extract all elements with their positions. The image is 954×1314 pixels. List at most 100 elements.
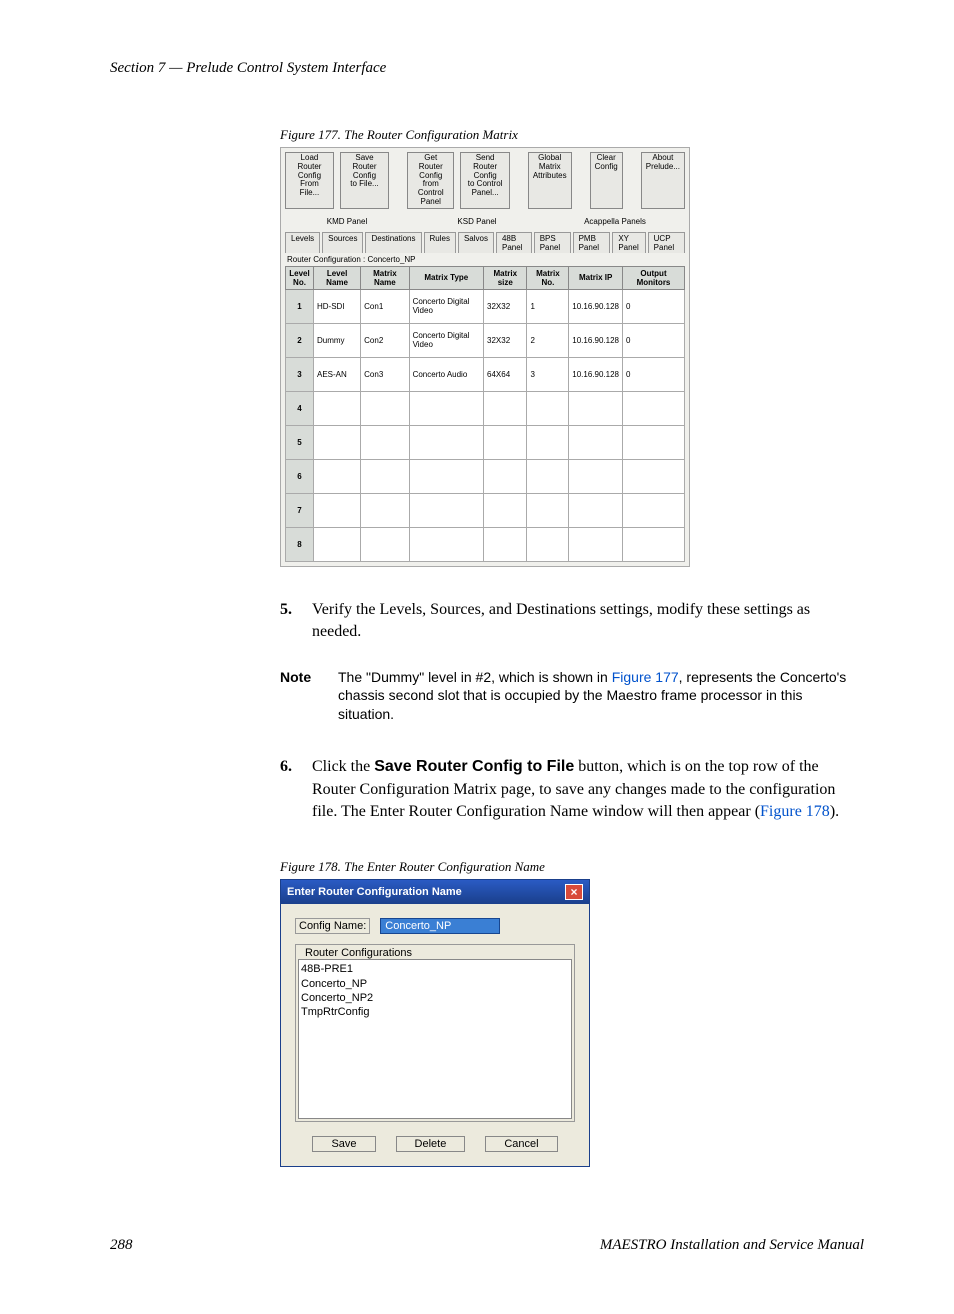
table-cell: 0: [623, 289, 685, 323]
router-configs-listbox[interactable]: 48B-PRE1Concerto_NPConcerto_NP2TmpRtrCon…: [298, 959, 572, 1119]
list-item[interactable]: Concerto_NP2: [301, 991, 569, 1005]
table-cell: [484, 527, 527, 561]
table-cell: 6: [286, 459, 314, 493]
table-cell: [527, 459, 569, 493]
table-cell: [409, 459, 483, 493]
tab-bps[interactable]: BPS Panel: [534, 232, 571, 253]
manual-title: MAESTRO Installation and Service Manual: [600, 1237, 864, 1254]
tab-destinations[interactable]: Destinations: [365, 232, 421, 253]
step-6: 6. Click the Save Router Config to File …: [280, 756, 860, 823]
tab-salvos[interactable]: Salvos: [458, 232, 494, 253]
table-cell: [527, 493, 569, 527]
table-cell: [484, 425, 527, 459]
table-cell: [484, 459, 527, 493]
table-cell: [409, 493, 483, 527]
col-level-no: Level No.: [286, 266, 314, 289]
global-matrix-button[interactable]: Global Matrix Attributes: [528, 152, 572, 209]
tab-xy[interactable]: XY Panel: [612, 232, 645, 253]
dialog-body: Config Name: Router Configurations 48B-P…: [281, 904, 589, 1166]
table-cell: 3: [527, 357, 569, 391]
cancel-button[interactable]: Cancel: [485, 1136, 557, 1152]
router-config-name-line: Router Configuration : Concerto_NP: [287, 255, 683, 264]
tab-levels[interactable]: Levels: [285, 232, 320, 253]
table-cell: 64X64: [484, 357, 527, 391]
table-cell: [314, 391, 361, 425]
kmd-panel-label: KMD Panel: [287, 217, 407, 226]
step-6-pre: Click the: [312, 758, 374, 775]
table-cell: 2: [527, 323, 569, 357]
table-cell: [623, 459, 685, 493]
table-cell: [314, 527, 361, 561]
col-level-name: Level Name: [314, 266, 361, 289]
clear-config-button[interactable]: Clear Config: [590, 152, 623, 209]
table-cell: Concerto Digital Video: [409, 323, 483, 357]
router-configs-fieldset: Router Configurations 48B-PRE1Concerto_N…: [295, 944, 575, 1122]
table-row: 6: [286, 459, 685, 493]
step-5-number: 5.: [280, 599, 298, 644]
matrix-table: Level No. Level Name Matrix Name Matrix …: [285, 266, 685, 562]
tab-ucp[interactable]: UCP Panel: [648, 232, 685, 253]
table-cell: Concerto Audio: [409, 357, 483, 391]
dialog-button-row: Save Delete Cancel: [295, 1136, 575, 1152]
save-button[interactable]: Save: [312, 1136, 375, 1152]
table-cell: [623, 527, 685, 561]
table-cell: 1: [286, 289, 314, 323]
figure-177-caption: Figure 177. The Router Configuration Mat…: [280, 127, 864, 143]
table-cell: [569, 527, 623, 561]
col-matrix-ip: Matrix IP: [569, 266, 623, 289]
note-row: Note The "Dummy" level in #2, which is s…: [280, 668, 860, 725]
tab-pmb[interactable]: PMB Panel: [573, 232, 611, 253]
config-name-input[interactable]: [380, 918, 500, 934]
dialog-titlebar: Enter Router Configuration Name ×: [281, 880, 589, 904]
page-section-header: Section 7 — Prelude Control System Inter…: [110, 60, 864, 77]
tab-rules[interactable]: Rules: [424, 232, 456, 253]
tab-48b[interactable]: 48B Panel: [496, 232, 532, 253]
table-cell: 8: [286, 527, 314, 561]
table-cell: Concerto Digital Video: [409, 289, 483, 323]
table-cell: HD-SDI: [314, 289, 361, 323]
figure-178: Enter Router Configuration Name × Config…: [280, 879, 590, 1167]
table-cell: 32X32: [484, 289, 527, 323]
list-item[interactable]: 48B-PRE1: [301, 962, 569, 976]
tab-sources[interactable]: Sources: [322, 232, 363, 253]
note-link-figure-177[interactable]: Figure 177: [612, 669, 679, 685]
table-row: 8: [286, 527, 685, 561]
delete-button[interactable]: Delete: [396, 1136, 466, 1152]
get-config-button[interactable]: Get Router Config from Control Panel: [407, 152, 454, 209]
table-cell: [527, 527, 569, 561]
about-button[interactable]: About Prelude...: [641, 152, 685, 209]
acappella-panel-label: Acappella Panels: [547, 217, 683, 226]
step-6-bold: Save Router Config to File: [374, 758, 574, 775]
table-cell: AES-AN: [314, 357, 361, 391]
col-matrix-size: Matrix size: [484, 266, 527, 289]
list-item[interactable]: TmpRtrConfig: [301, 1005, 569, 1019]
load-config-button[interactable]: Load Router Config From File...: [285, 152, 334, 209]
top-button-row: Load Router Config From File... Save Rou…: [281, 148, 689, 213]
ksd-panel-label: KSD Panel: [407, 217, 547, 226]
table-cell: 10.16.90.128: [569, 289, 623, 323]
table-cell: [527, 425, 569, 459]
table-cell: 4: [286, 391, 314, 425]
page-number: 288: [110, 1237, 133, 1254]
send-config-button[interactable]: Send Router Config to Control Panel...: [460, 152, 509, 209]
table-cell: [361, 459, 409, 493]
table-cell: [361, 493, 409, 527]
table-cell: [314, 425, 361, 459]
fieldset-label: Router Configurations: [302, 947, 415, 959]
table-cell: [569, 459, 623, 493]
table-cell: [409, 391, 483, 425]
table-cell: [484, 391, 527, 425]
close-icon[interactable]: ×: [565, 884, 583, 900]
table-cell: [484, 493, 527, 527]
step-6-number: 6.: [280, 756, 298, 823]
note-body: The "Dummy" level in #2, which is shown …: [338, 668, 860, 725]
table-cell: [314, 493, 361, 527]
table-cell: [409, 425, 483, 459]
step-6-link-figure-178[interactable]: Figure 178: [760, 803, 830, 820]
save-config-button[interactable]: Save Router Config to File...: [340, 152, 389, 209]
list-item[interactable]: Concerto_NP: [301, 977, 569, 991]
table-cell: [569, 425, 623, 459]
table-cell: 0: [623, 323, 685, 357]
table-cell: 7: [286, 493, 314, 527]
step-6-text: Click the Save Router Config to File but…: [312, 756, 860, 823]
